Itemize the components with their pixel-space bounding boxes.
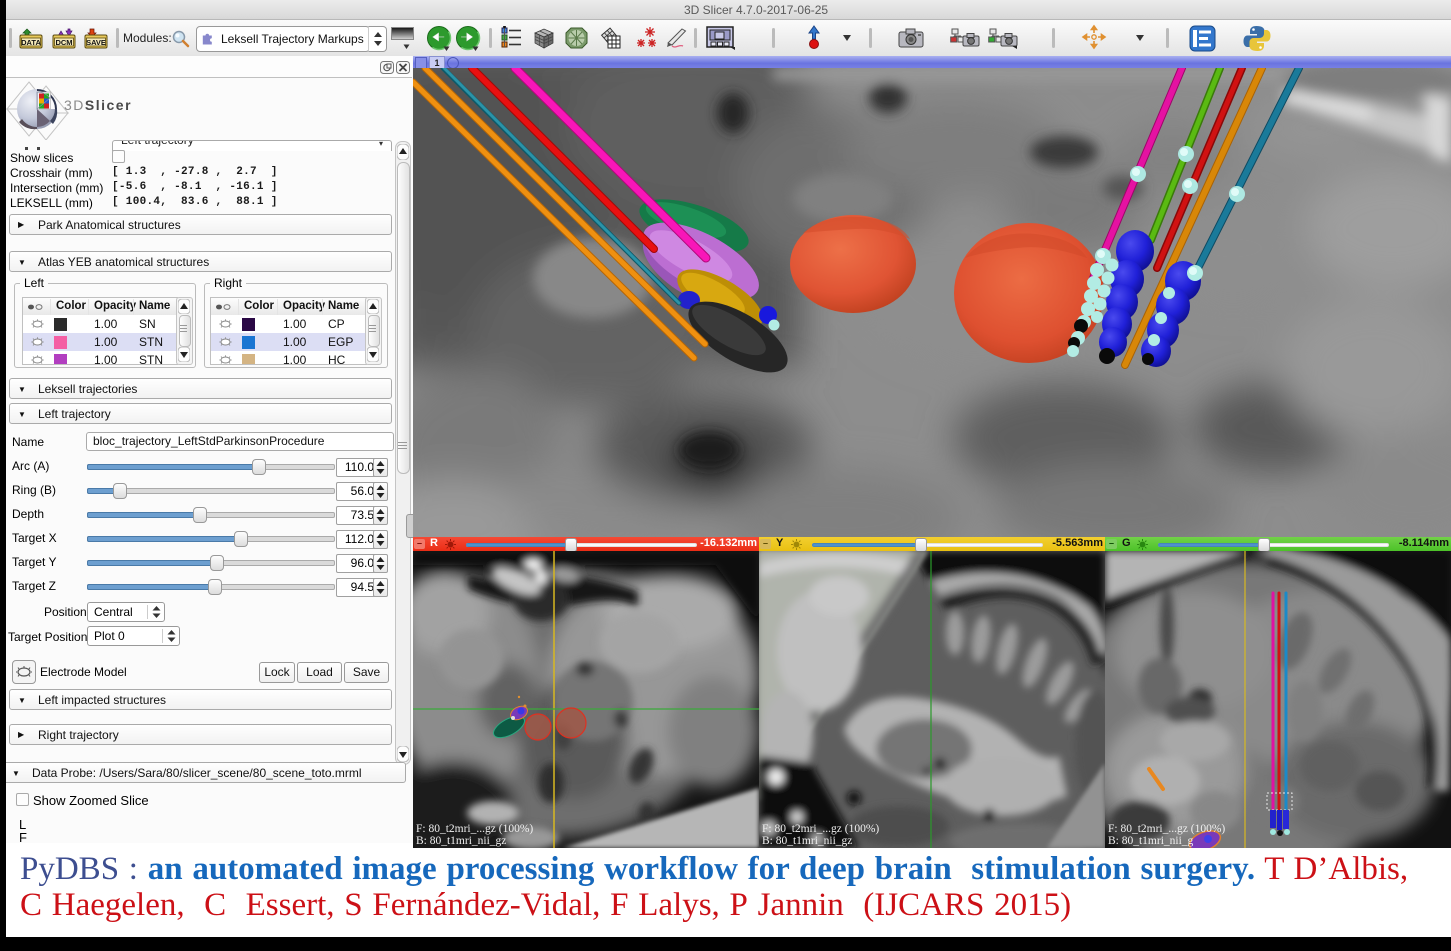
svg-text:SAVE: SAVE: [86, 38, 106, 47]
svg-text:B: 80_t1mri_nii_g: B: 80_t1mri_nii_g: [1108, 835, 1194, 847]
svg-text:DATA: DATA: [21, 38, 41, 47]
svg-text:F: 80_t2mri_...gz (100%): F: 80_t2mri_...gz (100%): [1108, 823, 1225, 835]
svg-text:DCM: DCM: [55, 38, 72, 47]
svg-text:B: 80_t1mri_nii_gz: B: 80_t1mri_nii_gz: [762, 835, 852, 847]
svg-text:F: 80_t2mri_...gz (100%): F: 80_t2mri_...gz (100%): [416, 823, 533, 835]
svg-text:B: 80_t1mri_nii_gz: B: 80_t1mri_nii_gz: [416, 835, 506, 847]
svg-text:F: 80_t2mri_...gz (100%): F: 80_t2mri_...gz (100%): [762, 823, 879, 835]
